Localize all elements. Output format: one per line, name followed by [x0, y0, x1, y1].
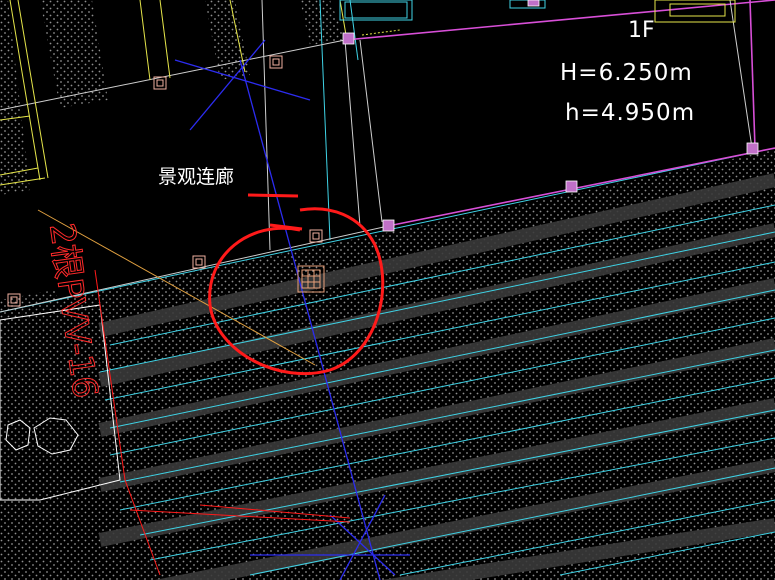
cad-drawing-canvas[interactable]: 1F H=6.250m h=4.950m 景观连廊 2根PVV-16: [0, 0, 775, 580]
elevation-h-label: h=4.950m: [565, 100, 695, 126]
corridor-label: 景观连廊: [158, 166, 234, 188]
elevation-H-label: H=6.250m: [560, 60, 693, 86]
yellow-structure-lines: [0, 0, 736, 186]
top-cyan-box: [339, 0, 546, 21]
cad-viewport[interactable]: 1F H=6.250m h=4.950m 景观连廊 2根PVV-16: [0, 0, 775, 580]
floor-label: 1F: [628, 18, 655, 43]
